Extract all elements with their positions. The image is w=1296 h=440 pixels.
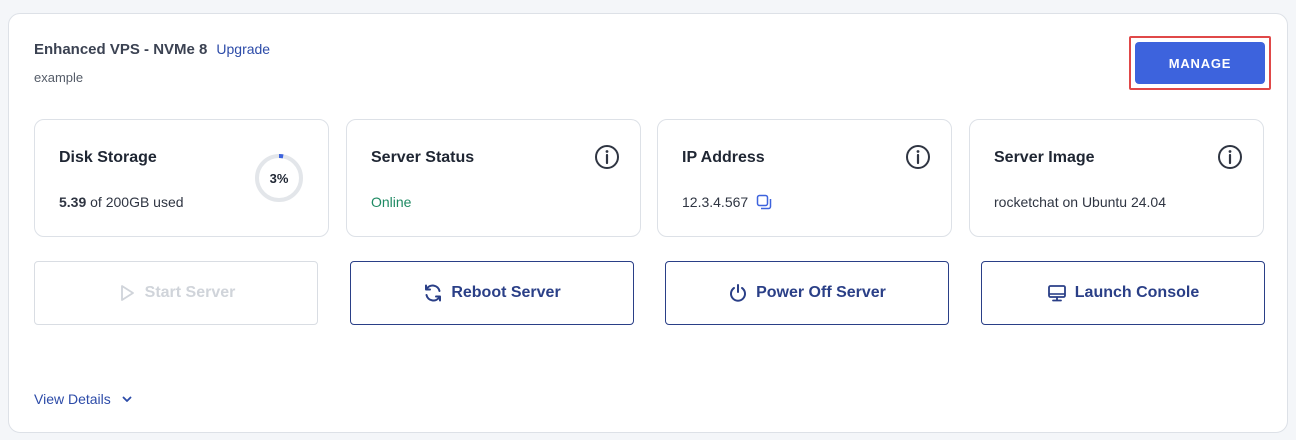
reboot-server-button[interactable]: Reboot Server [350,261,634,325]
ip-address-row: 12.3.4.567 [682,194,772,210]
disk-storage-tile: Disk Storage 5.39 of 200GB used 3% [34,119,329,237]
disk-usage: 5.39 of 200GB used [59,194,184,210]
ip-address-value: 12.3.4.567 [682,194,749,210]
disk-storage-title: Disk Storage [59,149,157,166]
chevron-down-icon [122,396,132,402]
disk-used-suffix: of 200GB used [90,194,184,210]
reboot-server-label: Reboot Server [451,284,561,301]
view-details-toggle[interactable]: View Details [34,391,133,407]
power-icon [730,284,747,302]
monitor-icon [1047,285,1066,302]
server-card: Enhanced VPS - NVMe 8 Upgrade example MA… [8,13,1288,433]
manage-highlight: MANAGE [1129,36,1271,90]
power-off-server-button[interactable]: Power Off Server [665,261,949,325]
upgrade-link[interactable]: Upgrade [216,41,270,57]
copy-icon[interactable] [756,194,772,210]
server-status-tile: Server Status Online [346,119,641,237]
start-server-button: Start Server [34,261,318,325]
launch-console-button[interactable]: Launch Console [981,261,1265,325]
title-row: Enhanced VPS - NVMe 8 Upgrade [34,41,270,58]
disk-used-value: 5.39 [59,194,87,210]
info-icon[interactable] [905,144,931,170]
server-image-tile: Server Image rocketchat on Ubuntu 24.04 [969,119,1264,237]
launch-console-label: Launch Console [1074,284,1200,301]
play-icon [120,285,134,301]
ip-address-title: IP Address [682,149,765,166]
refresh-icon [425,284,442,302]
info-icon[interactable] [1217,144,1243,170]
server-status-title: Server Status [371,149,475,166]
view-details-label: View Details [34,391,111,407]
start-server-label: Start Server [144,284,236,301]
server-image-value: rocketchat on Ubuntu 24.04 [994,194,1167,210]
disk-percent-label: 3% [269,170,289,186]
ip-address-tile: IP Address 12.3.4.567 [657,119,952,237]
plan-name: Enhanced VPS - NVMe 8 [34,41,208,58]
power-off-server-label: Power Off Server [756,284,886,301]
hostname: example [34,70,84,85]
disk-usage-gauge: 3% [253,152,305,204]
server-image-title: Server Image [994,149,1095,166]
server-status-value: Online [371,194,412,210]
manage-button[interactable]: MANAGE [1135,42,1265,84]
info-icon[interactable] [594,144,620,170]
